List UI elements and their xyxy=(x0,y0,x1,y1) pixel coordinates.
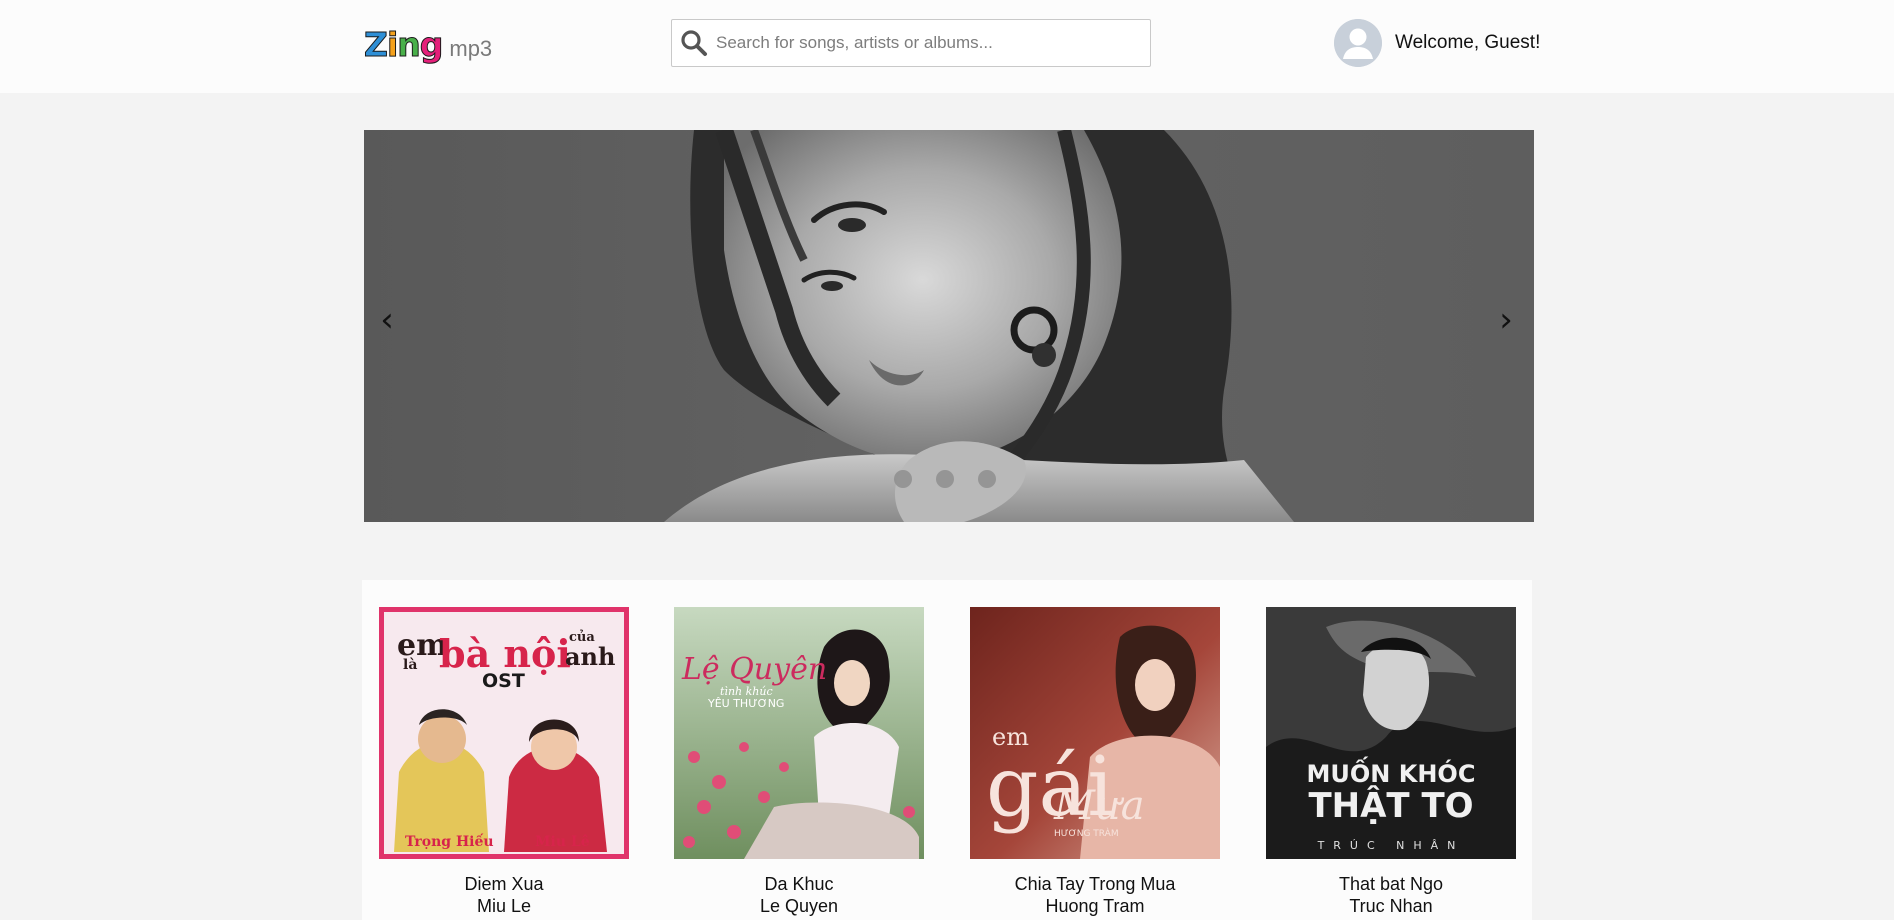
album-artist[interactable]: Truc Nhan xyxy=(1266,895,1516,917)
svg-text:Trọng Hiếu: Trọng Hiếu xyxy=(405,832,494,850)
album-title[interactable]: Chia Tay Trong Mua xyxy=(970,873,1220,895)
album-cover[interactable]: Lệ Quyên tình khúc YÊU THƯƠNG xyxy=(674,607,924,859)
svg-text:THẬT TO: THẬT TO xyxy=(1308,785,1473,826)
user-area[interactable]: Welcome, Guest! xyxy=(1334,19,1540,67)
carousel-dot[interactable] xyxy=(936,470,954,488)
album-artist[interactable]: Miu Le xyxy=(379,895,629,917)
album-card[interactable]: MUỐN KHÓC THẬT TO TRÚC NHÂN That bat Ngo… xyxy=(1266,607,1516,917)
album-card[interactable]: em là bà nội của anh OST Trọng Hiếu Miu … xyxy=(379,607,629,917)
svg-text:là: là xyxy=(403,657,417,673)
svg-text:TRÚC NHÂN: TRÚC NHÂN xyxy=(1317,839,1465,852)
welcome-text: Welcome, Guest! xyxy=(1395,32,1541,53)
svg-text:HƯƠNG TRÀM: HƯƠNG TRÀM xyxy=(1054,827,1119,839)
logo-word: Zing xyxy=(364,25,444,64)
cover-text: Lệ Quyên xyxy=(681,652,827,687)
svg-text:OST: OST xyxy=(482,670,525,692)
hero-carousel[interactable]: ‹ › xyxy=(364,130,1534,522)
album-card[interactable]: em gái Mưa HƯƠNG TRÀM Chia Tay Trong Mua… xyxy=(970,607,1220,917)
svg-text:YÊU THƯƠNG: YÊU THƯƠNG xyxy=(707,697,784,710)
carousel-prev-button[interactable]: ‹ xyxy=(367,300,407,340)
album-artist[interactable]: Le Quyen xyxy=(674,895,924,917)
avatar-icon[interactable] xyxy=(1334,19,1382,67)
svg-text:Mưa: Mưa xyxy=(1053,783,1145,829)
logo-suffix: mp3 xyxy=(449,36,493,61)
banner-photo xyxy=(364,130,1534,522)
carousel-dot[interactable] xyxy=(978,470,996,488)
album-card[interactable]: Lệ Quyên tình khúc YÊU THƯƠNG Da Khuc Le… xyxy=(674,607,924,917)
cover-text: MUỐN KHÓC xyxy=(1307,755,1476,788)
album-artist[interactable]: Huong Tram xyxy=(970,895,1220,917)
svg-text:Miu Lê: Miu Lê xyxy=(535,834,590,850)
album-cover[interactable]: MUỐN KHÓC THẬT TO TRÚC NHÂN xyxy=(1266,607,1516,859)
album-title[interactable]: Da Khuc xyxy=(674,873,924,895)
album-grid: em là bà nội của anh OST Trọng Hiếu Miu … xyxy=(362,580,1532,920)
zing-mp3-logo[interactable]: Zing mp3 xyxy=(364,25,493,64)
album-title[interactable]: Diem Xua xyxy=(379,873,629,895)
search-icon[interactable] xyxy=(672,20,716,66)
top-header: Zing mp3 Welcome, Guest! xyxy=(0,0,1894,93)
carousel-dots xyxy=(894,470,996,488)
search-box[interactable] xyxy=(671,19,1151,67)
album-title[interactable]: That bat Ngo xyxy=(1266,873,1516,895)
carousel-next-button[interactable]: › xyxy=(1486,300,1526,340)
carousel-dot[interactable] xyxy=(894,470,912,488)
search-input[interactable] xyxy=(716,21,1150,65)
album-cover[interactable]: em là bà nội của anh OST Trọng Hiếu Miu … xyxy=(379,607,629,859)
svg-text:anh: anh xyxy=(565,642,615,671)
album-cover[interactable]: em gái Mưa HƯƠNG TRÀM xyxy=(970,607,1220,859)
